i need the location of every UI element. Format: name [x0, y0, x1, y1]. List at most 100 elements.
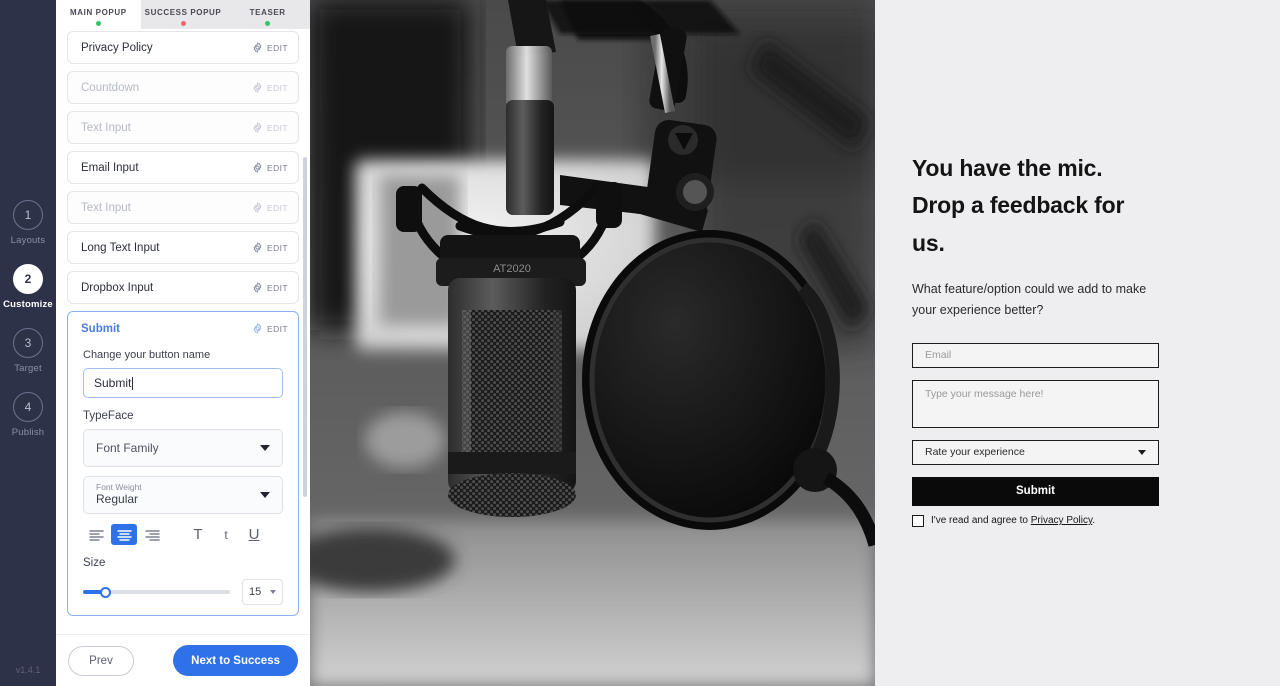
text-caret [132, 376, 134, 390]
popup-content-pane: You have the mic. Drop a feedback for us… [875, 0, 1280, 686]
font-weight-stack: Font Weight Regular [96, 482, 260, 507]
align-right-button[interactable] [139, 524, 165, 545]
element-row-text-input-1[interactable]: Text Input EDIT [67, 111, 299, 144]
gear-icon [253, 162, 262, 173]
step-target[interactable]: 3 Target [0, 328, 56, 374]
edit-button[interactable]: EDIT [252, 162, 288, 173]
gear-icon [253, 42, 262, 53]
chevron-down-icon [260, 492, 270, 498]
typeface-label: TypeFace [83, 410, 134, 422]
size-value-select[interactable]: 15 [242, 579, 283, 605]
element-row-email-input[interactable]: Email Input EDIT [67, 151, 299, 184]
button-name-input[interactable]: Submit [83, 368, 283, 398]
font-weight-value: Regular [96, 492, 139, 507]
gear-icon [253, 82, 262, 93]
tab-success-popup[interactable]: SUCCESS POPUP [140, 0, 226, 29]
button-name-value: Submit [94, 376, 132, 390]
edit-button[interactable]: EDIT [252, 122, 288, 133]
tab-status-dot [265, 21, 271, 26]
step-label: Publish [11, 427, 45, 438]
size-slider[interactable] [83, 584, 230, 600]
align-right-icon [144, 529, 160, 541]
popup-subtitle: What feature/option could we add to make… [912, 281, 1147, 318]
align-center-icon [116, 529, 132, 541]
prev-button[interactable]: Prev [68, 645, 134, 676]
edit-label: EDIT [267, 323, 288, 334]
element-list-scroll[interactable]: Privacy Policy EDIT Countdown EDIT Text … [56, 29, 310, 634]
element-label: Dropbox Input [81, 281, 154, 294]
uppercase-button[interactable]: T [185, 524, 211, 545]
preview-message-textarea[interactable]: Type your message here! [912, 379, 1159, 428]
microphone-illustration: AT2020 [310, 0, 875, 686]
element-row-countdown[interactable]: Countdown EDIT [67, 71, 299, 104]
slider-thumb[interactable] [100, 586, 112, 598]
submit-card-title: Submit [81, 322, 120, 335]
element-row-privacy-policy[interactable]: Privacy Policy EDIT [67, 31, 299, 64]
microphone-photo: AT2020 [310, 0, 875, 686]
step-customize[interactable]: 2 Customize [0, 264, 56, 310]
preview-email-input[interactable]: Email [912, 342, 1159, 368]
edit-button[interactable]: EDIT [252, 82, 288, 93]
next-to-success-button[interactable]: Next to Success [173, 645, 298, 676]
align-center-button[interactable] [111, 524, 137, 545]
uppercase-icon: T [193, 526, 203, 543]
underline-button[interactable]: U [241, 524, 267, 545]
size-row: 15 [83, 579, 283, 605]
edit-button[interactable]: EDIT [252, 242, 288, 253]
edit-button[interactable]: EDIT [252, 202, 288, 213]
size-label: Size [83, 557, 106, 569]
submit-card-header[interactable]: Submit EDIT [68, 312, 298, 345]
element-label: Countdown [81, 81, 140, 94]
popup-preview: AT2020 You have the mic. Drop a feedback… [310, 0, 1280, 686]
element-row-dropbox-input[interactable]: Dropbox Input EDIT [67, 271, 299, 304]
edit-label: EDIT [267, 82, 288, 93]
preview-submit-button[interactable]: Submit [912, 476, 1159, 506]
tab-main-popup[interactable]: MAIN POPUP [56, 0, 141, 29]
submit-card-body: Change your button name Submit TypeFace … [68, 349, 298, 605]
element-label: Privacy Policy [81, 41, 153, 54]
edit-label: EDIT [267, 162, 288, 173]
element-row-text-input-2[interactable]: Text Input EDIT [67, 191, 299, 224]
tab-label: TEASER [249, 8, 286, 17]
edit-label: EDIT [267, 242, 288, 253]
chevron-down-icon [270, 590, 276, 594]
tab-status-dot [95, 21, 101, 26]
lowercase-button[interactable]: t [213, 524, 239, 545]
submit-settings-card: Submit EDIT Change your button name Subm… [67, 311, 299, 616]
email-placeholder: Email [925, 349, 952, 362]
edit-button[interactable]: EDIT [252, 323, 288, 334]
step-publish[interactable]: 4 Publish [0, 392, 56, 438]
popup-tabs: MAIN POPUP SUCCESS POPUP TEASER [56, 0, 311, 29]
edit-button[interactable]: EDIT [252, 42, 288, 53]
consent-suffix: . [1092, 515, 1096, 527]
step-layouts[interactable]: 1 Layouts [0, 200, 56, 246]
tab-status-dot [180, 21, 186, 26]
privacy-policy-link[interactable]: Privacy Policy [1031, 515, 1093, 526]
edit-button[interactable]: EDIT [252, 282, 288, 293]
preview-rating-dropdown[interactable]: Rate your experience [912, 439, 1159, 465]
font-weight-select[interactable]: Font Weight Regular [83, 476, 283, 514]
step-rail: 1 Layouts 2 Customize 3 Target 4 Publish… [0, 0, 56, 686]
underline-icon: U [248, 526, 260, 543]
message-placeholder: Type your message here! [925, 387, 1044, 400]
gear-icon [253, 282, 262, 293]
privacy-consent-row: I've read and agree to Privacy Policy. [912, 514, 1159, 527]
step-number: 3 [13, 328, 43, 358]
privacy-checkbox[interactable] [912, 514, 924, 527]
chevron-down-icon [260, 445, 270, 451]
step-list: 1 Layouts 2 Customize 3 Target 4 Publish [0, 200, 56, 456]
step-number: 2 [13, 264, 43, 294]
font-family-select[interactable]: Font Family [83, 429, 283, 467]
panel-scrollbar[interactable] [303, 157, 307, 497]
align-left-button[interactable] [83, 524, 109, 545]
size-value: 15 [249, 586, 262, 598]
svg-text:AT2020: AT2020 [493, 263, 531, 275]
button-name-label: Change your button name [83, 349, 211, 361]
popup-form: You have the mic. Drop a feedback for us… [912, 150, 1159, 527]
gear-icon [253, 242, 262, 253]
gear-icon [253, 202, 262, 213]
edit-label: EDIT [267, 282, 288, 293]
popup-title: You have the mic. Drop a feedback for us… [912, 155, 1125, 256]
element-row-long-text-input[interactable]: Long Text Input EDIT [67, 231, 299, 264]
tab-teaser[interactable]: TEASER [225, 0, 311, 29]
